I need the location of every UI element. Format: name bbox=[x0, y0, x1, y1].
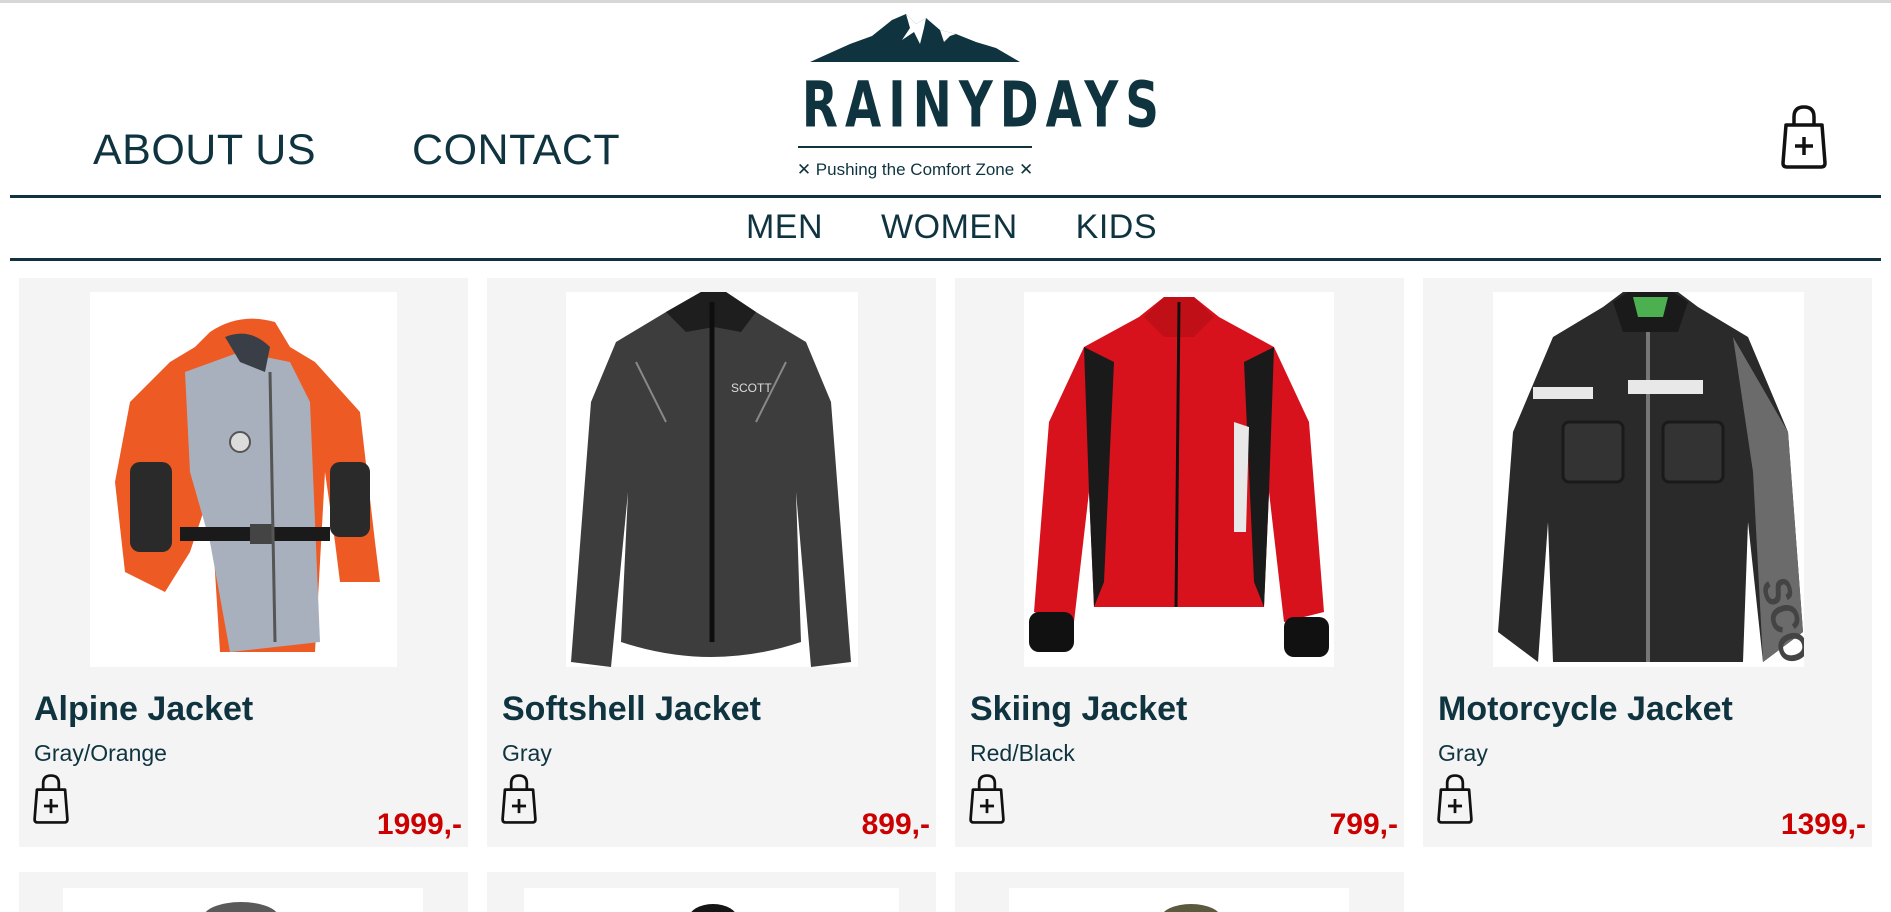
product-card[interactable]: SCOTT Softshell Jacket Gray 899,- bbox=[487, 278, 936, 847]
shopping-bag-plus-icon bbox=[1437, 774, 1473, 824]
logo-divider bbox=[798, 146, 1032, 148]
alpine-jacket-image bbox=[115, 318, 380, 652]
logo-wordmark: RAINYDAYS bbox=[801, 69, 1166, 143]
add-to-cart-button[interactable] bbox=[32, 774, 70, 824]
shopping-bag-plus-icon bbox=[1781, 105, 1827, 169]
product-image: SCOTT bbox=[566, 292, 858, 667]
shopping-bag-plus-icon bbox=[969, 774, 1005, 824]
partial-product-image bbox=[205, 902, 277, 912]
skiing-jacket-image bbox=[1029, 297, 1329, 657]
product-color: Red/Black bbox=[970, 740, 1075, 766]
header-nav: ABOUT US CONTACT bbox=[93, 126, 620, 175]
product-card[interactable]: SCOTT Motorcycle Jacket Gray 1399,- bbox=[1423, 278, 1872, 847]
product-card[interactable]: Skiing Jacket Red/Black 799,- bbox=[955, 278, 1404, 847]
product-price: 1399,- bbox=[1780, 808, 1866, 841]
product-image bbox=[1009, 888, 1349, 912]
header-divider-bottom bbox=[10, 258, 1881, 261]
product-name[interactable]: Softshell Jacket bbox=[502, 690, 761, 729]
product-card[interactable]: Alpine Jacket Gray/Orange 1999,- bbox=[19, 278, 468, 847]
product-card-partial[interactable] bbox=[19, 872, 468, 912]
product-name[interactable]: Alpine Jacket bbox=[34, 690, 253, 729]
motorcycle-jacket-image: SCOTT bbox=[1498, 292, 1804, 667]
add-to-cart-button[interactable] bbox=[1436, 774, 1474, 824]
product-name[interactable]: Motorcycle Jacket bbox=[1438, 690, 1733, 729]
product-price: 1999,- bbox=[376, 808, 462, 841]
product-image bbox=[524, 888, 899, 912]
product-image bbox=[90, 292, 397, 667]
product-image bbox=[1024, 292, 1334, 667]
product-card-partial[interactable] bbox=[955, 872, 1404, 912]
partial-product-image bbox=[691, 904, 735, 912]
nav-link-about-us[interactable]: ABOUT US bbox=[93, 126, 316, 175]
category-link-men[interactable]: MEN bbox=[746, 208, 823, 247]
softshell-jacket-image: SCOTT bbox=[571, 292, 851, 667]
cart-button[interactable] bbox=[1780, 105, 1828, 169]
category-nav: MEN WOMEN KIDS bbox=[0, 196, 1891, 258]
site-header: ABOUT US CONTACT RAINYDAYS ✕ Pushing the… bbox=[0, 0, 1891, 195]
shopping-bag-plus-icon bbox=[33, 774, 69, 824]
shopping-bag-plus-icon bbox=[501, 774, 537, 824]
product-image bbox=[63, 888, 423, 912]
add-to-cart-button[interactable] bbox=[500, 774, 538, 824]
product-image: SCOTT bbox=[1493, 292, 1804, 667]
category-link-kids[interactable]: KIDS bbox=[1076, 208, 1157, 247]
product-color: Gray bbox=[1438, 740, 1488, 766]
product-name[interactable]: Skiing Jacket bbox=[970, 690, 1187, 729]
partial-product-image bbox=[1163, 904, 1219, 912]
mountain-logo-icon bbox=[810, 14, 1020, 62]
nav-link-contact[interactable]: CONTACT bbox=[412, 126, 620, 175]
category-link-women[interactable]: WOMEN bbox=[881, 208, 1018, 247]
logo-tagline: ✕ Pushing the Comfort Zone ✕ bbox=[796, 160, 1034, 179]
svg-text:SCOTT: SCOTT bbox=[731, 381, 772, 395]
site-logo[interactable]: RAINYDAYS ✕ Pushing the Comfort Zone ✕ bbox=[770, 14, 1166, 179]
product-price: 899,- bbox=[861, 808, 930, 841]
product-color: Gray bbox=[502, 740, 552, 766]
product-price: 799,- bbox=[1329, 808, 1398, 841]
add-to-cart-button[interactable] bbox=[968, 774, 1006, 824]
product-color: Gray/Orange bbox=[34, 740, 167, 766]
product-card-partial[interactable] bbox=[487, 872, 936, 912]
